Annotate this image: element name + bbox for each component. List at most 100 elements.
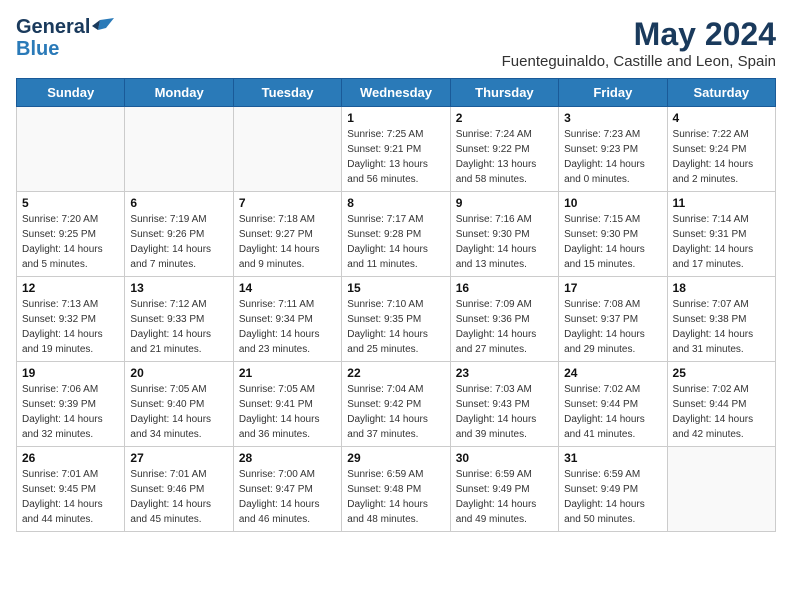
logo-general: General	[16, 16, 90, 38]
day-info: Sunrise: 6:59 AM Sunset: 9:48 PM Dayligh…	[347, 467, 444, 527]
day-number: 22	[347, 366, 444, 380]
day-info: Sunrise: 7:05 AM Sunset: 9:40 PM Dayligh…	[130, 382, 227, 442]
day-info: Sunrise: 7:02 AM Sunset: 9:44 PM Dayligh…	[564, 382, 661, 442]
day-number: 16	[456, 281, 553, 295]
calendar-cell: 5 Sunrise: 7:20 AM Sunset: 9:25 PM Daylig…	[17, 192, 125, 277]
day-number: 15	[347, 281, 444, 295]
logo: General Blue	[16, 16, 114, 60]
calendar-cell: 12 Sunrise: 7:13 AM Sunset: 9:32 PM Dayli…	[17, 277, 125, 362]
day-info: Sunrise: 7:16 AM Sunset: 9:30 PM Dayligh…	[456, 212, 553, 272]
calendar-cell: 18 Sunrise: 7:07 AM Sunset: 9:38 PM Dayli…	[667, 277, 775, 362]
day-number: 12	[22, 281, 119, 295]
day-info: Sunrise: 7:06 AM Sunset: 9:39 PM Dayligh…	[22, 382, 119, 442]
day-info: Sunrise: 6:59 AM Sunset: 9:49 PM Dayligh…	[564, 467, 661, 527]
calendar-cell: 1Sunrise: 7:25 AM Sunset: 9:21 PM Daylig…	[342, 107, 450, 192]
day-info: Sunrise: 7:08 AM Sunset: 9:37 PM Dayligh…	[564, 297, 661, 357]
calendar-week-1: 1Sunrise: 7:25 AM Sunset: 9:21 PM Daylig…	[17, 107, 776, 192]
calendar-cell: 8 Sunrise: 7:17 AM Sunset: 9:28 PM Daylig…	[342, 192, 450, 277]
month-title: May 2024	[502, 16, 776, 53]
day-number: 14	[239, 281, 336, 295]
day-info: Sunrise: 7:14 AM Sunset: 9:31 PM Dayligh…	[673, 212, 770, 272]
day-info: Sunrise: 7:04 AM Sunset: 9:42 PM Dayligh…	[347, 382, 444, 442]
calendar-cell: 26 Sunrise: 7:01 AM Sunset: 9:45 PM Dayli…	[17, 447, 125, 532]
day-number: 18	[673, 281, 770, 295]
calendar-cell: 19 Sunrise: 7:06 AM Sunset: 9:39 PM Dayli…	[17, 362, 125, 447]
day-number: 25	[673, 366, 770, 380]
day-info: Sunrise: 7:01 AM Sunset: 9:45 PM Dayligh…	[22, 467, 119, 527]
calendar-cell: 10Sunrise: 7:15 AM Sunset: 9:30 PM Dayli…	[559, 192, 667, 277]
calendar-cell	[233, 107, 341, 192]
day-number: 5	[22, 196, 119, 210]
day-info: Sunrise: 7:17 AM Sunset: 9:28 PM Dayligh…	[347, 212, 444, 272]
day-number: 4	[673, 111, 770, 125]
weekday-header-tuesday: Tuesday	[233, 79, 341, 107]
day-number: 31	[564, 451, 661, 465]
calendar-cell: 11 Sunrise: 7:14 AM Sunset: 9:31 PM Dayli…	[667, 192, 775, 277]
day-number: 27	[130, 451, 227, 465]
calendar-cell: 20 Sunrise: 7:05 AM Sunset: 9:40 PM Dayli…	[125, 362, 233, 447]
day-info: Sunrise: 7:10 AM Sunset: 9:35 PM Dayligh…	[347, 297, 444, 357]
calendar-cell	[125, 107, 233, 192]
day-number: 30	[456, 451, 553, 465]
day-info: Sunrise: 7:00 AM Sunset: 9:47 PM Dayligh…	[239, 467, 336, 527]
day-info: Sunrise: 7:03 AM Sunset: 9:43 PM Dayligh…	[456, 382, 553, 442]
calendar-body: 1Sunrise: 7:25 AM Sunset: 9:21 PM Daylig…	[17, 107, 776, 532]
day-info: Sunrise: 7:22 AM Sunset: 9:24 PM Dayligh…	[673, 127, 770, 187]
day-info: Sunrise: 7:18 AM Sunset: 9:27 PM Dayligh…	[239, 212, 336, 272]
weekday-header-monday: Monday	[125, 79, 233, 107]
calendar-cell: 25Sunrise: 7:02 AM Sunset: 9:44 PM Dayli…	[667, 362, 775, 447]
day-info: Sunrise: 7:15 AM Sunset: 9:30 PM Dayligh…	[564, 212, 661, 272]
day-number: 11	[673, 196, 770, 210]
calendar-cell: 6Sunrise: 7:19 AM Sunset: 9:26 PM Daylig…	[125, 192, 233, 277]
day-number: 26	[22, 451, 119, 465]
weekday-header-wednesday: Wednesday	[342, 79, 450, 107]
day-number: 24	[564, 366, 661, 380]
calendar-cell: 3 Sunrise: 7:23 AM Sunset: 9:23 PM Daylig…	[559, 107, 667, 192]
calendar-week-3: 12 Sunrise: 7:13 AM Sunset: 9:32 PM Dayli…	[17, 277, 776, 362]
day-number: 17	[564, 281, 661, 295]
calendar-cell: 13Sunrise: 7:12 AM Sunset: 9:33 PM Dayli…	[125, 277, 233, 362]
day-info: Sunrise: 6:59 AM Sunset: 9:49 PM Dayligh…	[456, 467, 553, 527]
day-info: Sunrise: 7:05 AM Sunset: 9:41 PM Dayligh…	[239, 382, 336, 442]
day-info: Sunrise: 7:23 AM Sunset: 9:23 PM Dayligh…	[564, 127, 661, 187]
day-info: Sunrise: 7:13 AM Sunset: 9:32 PM Dayligh…	[22, 297, 119, 357]
calendar-table: SundayMondayTuesdayWednesdayThursdayFrid…	[16, 78, 776, 532]
calendar-cell: 17 Sunrise: 7:08 AM Sunset: 9:37 PM Dayli…	[559, 277, 667, 362]
day-info: Sunrise: 7:24 AM Sunset: 9:22 PM Dayligh…	[456, 127, 553, 187]
day-number: 9	[456, 196, 553, 210]
day-number: 1	[347, 111, 444, 125]
calendar-week-5: 26 Sunrise: 7:01 AM Sunset: 9:45 PM Dayli…	[17, 447, 776, 532]
day-number: 21	[239, 366, 336, 380]
day-info: Sunrise: 7:09 AM Sunset: 9:36 PM Dayligh…	[456, 297, 553, 357]
calendar-cell: 31 Sunrise: 6:59 AM Sunset: 9:49 PM Dayli…	[559, 447, 667, 532]
weekday-header-friday: Friday	[559, 79, 667, 107]
calendar-cell: 16 Sunrise: 7:09 AM Sunset: 9:36 PM Dayli…	[450, 277, 558, 362]
calendar-cell: 28 Sunrise: 7:00 AM Sunset: 9:47 PM Dayli…	[233, 447, 341, 532]
day-number: 8	[347, 196, 444, 210]
calendar-cell: 23Sunrise: 7:03 AM Sunset: 9:43 PM Dayli…	[450, 362, 558, 447]
day-number: 20	[130, 366, 227, 380]
day-info: Sunrise: 7:11 AM Sunset: 9:34 PM Dayligh…	[239, 297, 336, 357]
calendar-cell	[17, 107, 125, 192]
calendar-week-2: 5 Sunrise: 7:20 AM Sunset: 9:25 PM Daylig…	[17, 192, 776, 277]
calendar-cell: 30 Sunrise: 6:59 AM Sunset: 9:49 PM Dayli…	[450, 447, 558, 532]
day-number: 3	[564, 111, 661, 125]
day-number: 29	[347, 451, 444, 465]
calendar-cell: 15 Sunrise: 7:10 AM Sunset: 9:35 PM Dayli…	[342, 277, 450, 362]
day-info: Sunrise: 7:20 AM Sunset: 9:25 PM Dayligh…	[22, 212, 119, 272]
day-number: 19	[22, 366, 119, 380]
title-section: May 2024 Fuenteguinaldo, Castille and Le…	[502, 16, 776, 70]
day-number: 28	[239, 451, 336, 465]
calendar-cell: 29 Sunrise: 6:59 AM Sunset: 9:48 PM Dayli…	[342, 447, 450, 532]
calendar-cell: 24 Sunrise: 7:02 AM Sunset: 9:44 PM Dayli…	[559, 362, 667, 447]
page-header: General Blue May 2024 Fuenteguinaldo, Ca…	[16, 16, 776, 70]
day-info: Sunrise: 7:07 AM Sunset: 9:38 PM Dayligh…	[673, 297, 770, 357]
calendar-cell: 22 Sunrise: 7:04 AM Sunset: 9:42 PM Dayli…	[342, 362, 450, 447]
calendar-week-4: 19 Sunrise: 7:06 AM Sunset: 9:39 PM Dayli…	[17, 362, 776, 447]
weekday-header-thursday: Thursday	[450, 79, 558, 107]
logo-blue: Blue	[16, 38, 59, 60]
weekday-header-row: SundayMondayTuesdayWednesdayThursdayFrid…	[17, 79, 776, 107]
day-number: 7	[239, 196, 336, 210]
weekday-header-saturday: Saturday	[667, 79, 775, 107]
calendar-cell: 9 Sunrise: 7:16 AM Sunset: 9:30 PM Daylig…	[450, 192, 558, 277]
